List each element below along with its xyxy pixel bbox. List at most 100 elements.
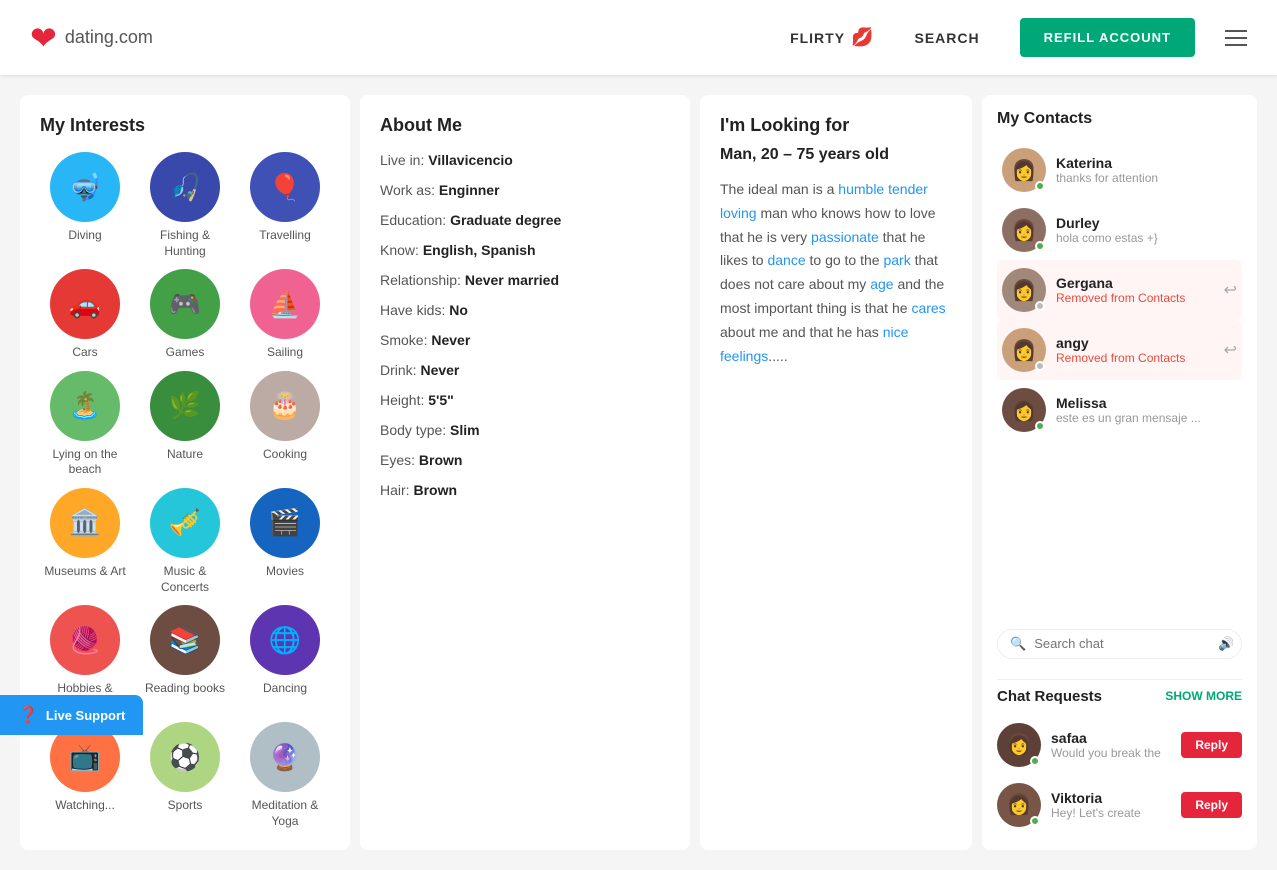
looking-for-subtitle: Man, 20 – 75 years old — [720, 146, 952, 164]
kiss-icon: 💋 — [851, 27, 874, 48]
about-row: Live in: Villavicencio — [380, 152, 670, 168]
interest-item[interactable]: 🌿 Nature — [140, 371, 230, 478]
contact-info: Durley hola como estas +} — [1056, 215, 1237, 245]
contact-name: angy — [1056, 335, 1214, 351]
contact-message: hola como estas +} — [1056, 231, 1237, 245]
interest-item[interactable]: 🌐 Dancing — [240, 605, 330, 712]
contact-item[interactable]: 👩 Durley hola como estas +} — [997, 200, 1242, 260]
right-panel: My Contacts 👩 Katerina thanks for attent… — [982, 95, 1257, 850]
interest-label: Cooking — [263, 447, 307, 463]
interest-item[interactable]: 🎣 Fishing & Hunting — [140, 152, 230, 259]
avatar-wrap: 👩 — [1002, 388, 1046, 432]
hamburger-line-1 — [1225, 30, 1247, 32]
interest-item[interactable]: ⚽ Sports — [140, 722, 230, 829]
interest-item[interactable]: 🏛️ Museums & Art — [40, 488, 130, 595]
contact-item[interactable]: 👩 Katerina thanks for attention — [997, 140, 1242, 200]
logo-text: dating.com — [65, 27, 153, 48]
avatar-wrap: 👩 — [1002, 148, 1046, 192]
interest-label: Music & Concerts — [140, 564, 230, 595]
interest-item[interactable]: 🔮 Meditation & Yoga — [240, 722, 330, 829]
app-header: ❤ dating.com FLIRTY 💋 SEARCH REFILL ACCO… — [0, 0, 1277, 75]
contact-item[interactable]: 👩 Melissa este es un gran mensaje ... — [997, 380, 1242, 440]
avatar-wrap: 👩 — [1002, 208, 1046, 252]
interest-icon: ⛵ — [250, 269, 320, 339]
hamburger-line-2 — [1225, 37, 1247, 39]
interest-icon: 🤿 — [50, 152, 120, 222]
contact-message: Hey! Let's create — [1051, 806, 1171, 820]
interest-icon: 🎣 — [150, 152, 220, 222]
about-row: Relationship: Never married — [380, 272, 670, 288]
interest-item[interactable]: 🎬 Movies — [240, 488, 330, 595]
about-me-title: About Me — [380, 115, 670, 136]
interest-item[interactable]: 🎂 Cooking — [240, 371, 330, 478]
about-row: Drink: Never — [380, 362, 670, 378]
interest-icon: 🎮 — [150, 269, 220, 339]
about-row: Work as: Enginner — [380, 182, 670, 198]
contact-item[interactable]: 👩 angy Removed from Contacts ↩ — [997, 320, 1242, 380]
interest-item[interactable]: 🏝️ Lying on the beach — [40, 371, 130, 478]
reply-button[interactable]: Reply — [1181, 732, 1242, 758]
contact-message: thanks for attention — [1056, 171, 1237, 185]
looking-for-description: The ideal man is a humble tender loving … — [720, 178, 952, 368]
interest-item[interactable]: 📚 Reading books — [140, 605, 230, 712]
contact-info: Gergana Removed from Contacts — [1056, 275, 1214, 305]
interest-icon: 🌿 — [150, 371, 220, 441]
about-fields: Live in: Villavicencio Work as: Enginner E… — [380, 152, 670, 498]
nav-flirty[interactable]: FLIRTY 💋 — [790, 27, 874, 48]
chat-requests-list: 👩 safaa Would you break the Reply 👩 Vikt… — [997, 715, 1242, 835]
reply-button[interactable]: Reply — [1181, 792, 1242, 818]
interest-icon: 🏝️ — [50, 371, 120, 441]
interest-label: Fishing & Hunting — [140, 228, 230, 259]
contact-message: Removed from Contacts — [1056, 351, 1214, 365]
interest-icon: ⚽ — [150, 722, 220, 792]
contact-name: Durley — [1056, 215, 1237, 231]
interest-item[interactable]: 🤿 Diving — [40, 152, 130, 259]
support-icon: ❓ — [18, 705, 38, 725]
looking-for-panel: I'm Looking for Man, 20 – 75 years old T… — [700, 95, 972, 850]
online-dot — [1035, 421, 1045, 431]
interest-label: Travelling — [259, 228, 311, 244]
contact-message: este es un gran mensaje ... — [1056, 411, 1237, 425]
nav-search[interactable]: SEARCH — [914, 30, 979, 46]
interest-item[interactable]: 🎈 Travelling — [240, 152, 330, 259]
contact-name: safaa — [1051, 730, 1171, 746]
contact-info: angy Removed from Contacts — [1056, 335, 1214, 365]
flirty-label: FLIRTY — [790, 30, 845, 46]
interest-label: Cars — [72, 345, 97, 361]
interest-label: Movies — [266, 564, 304, 580]
contact-name: Viktoria — [1051, 790, 1171, 806]
contact-info: safaa Would you break the — [1051, 730, 1171, 760]
interest-label: Nature — [167, 447, 203, 463]
chat-requests-title: Chat Requests — [997, 688, 1102, 705]
avatar-wrap: 👩 — [997, 783, 1041, 827]
interest-icon: 🧶 — [50, 605, 120, 675]
interest-item[interactable]: ⛵ Sailing — [240, 269, 330, 361]
interest-icon: 🎈 — [250, 152, 320, 222]
interest-label: Meditation & Yoga — [240, 798, 330, 829]
logo[interactable]: ❤ dating.com — [30, 22, 153, 54]
about-row: Eyes: Brown — [380, 452, 670, 468]
search-chat-input[interactable] — [1034, 636, 1210, 651]
contact-item[interactable]: 👩 Gergana Removed from Contacts ↩ — [997, 260, 1242, 320]
undo-button[interactable]: ↩ — [1224, 340, 1237, 360]
interest-item[interactable]: 🎮 Games — [140, 269, 230, 361]
about-row: Height: 5'5" — [380, 392, 670, 408]
interest-item[interactable]: 🎺 Music & Concerts — [140, 488, 230, 595]
contact-message: Removed from Contacts — [1056, 291, 1214, 305]
undo-button[interactable]: ↩ — [1224, 280, 1237, 300]
online-dot — [1030, 756, 1040, 766]
interest-item[interactable]: 📺 Watching... — [40, 722, 130, 829]
hamburger-menu[interactable] — [1225, 30, 1247, 46]
refill-account-button[interactable]: REFILL ACCOUNT — [1020, 18, 1195, 57]
looking-for-title: I'm Looking for — [720, 115, 952, 136]
interest-icon: 🔮 — [250, 722, 320, 792]
main-layout: My Interests 🤿 Diving 🎣 Fishing & Huntin… — [0, 75, 1277, 870]
live-support-button[interactable]: ❓ Live Support — [0, 695, 143, 735]
chat-request-item: 👩 safaa Would you break the Reply — [997, 715, 1242, 775]
search-chat-wrap: 🔍 🔊 — [997, 629, 1242, 659]
about-row: Education: Graduate degree — [380, 212, 670, 228]
volume-icon: 🔊 — [1218, 636, 1234, 652]
show-more-button[interactable]: SHOW MORE — [1165, 689, 1242, 703]
interest-label: Lying on the beach — [40, 447, 130, 478]
interest-item[interactable]: 🚗 Cars — [40, 269, 130, 361]
